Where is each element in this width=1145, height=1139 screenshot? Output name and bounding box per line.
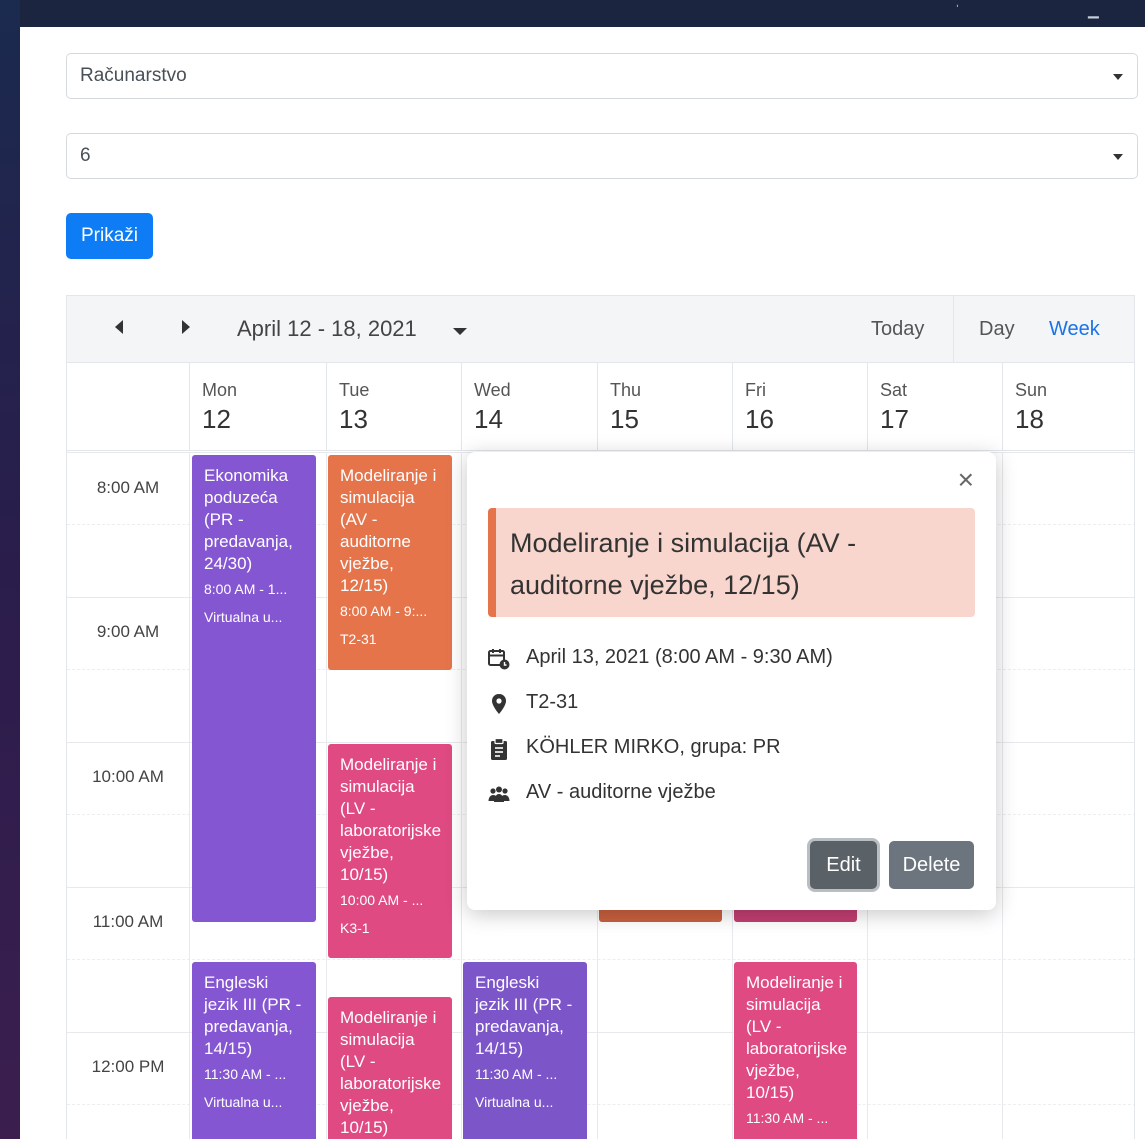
day-header-wed[interactable]: Wed 14 (461, 363, 597, 451)
event-card[interactable]: Engleski jezik III (PR - predavanja, 14/… (192, 962, 316, 1139)
department-select-value: Računarstvo (80, 65, 187, 86)
prev-week-icon[interactable] (115, 320, 123, 334)
left-sidebar-edge (0, 0, 20, 1139)
event-title: Ekonomika poduzeća (PR - predavanja, 24/… (204, 466, 293, 573)
day-name: Sun (1015, 380, 1048, 400)
time-label: 11:00 AM (92, 912, 164, 931)
department-select[interactable]: Računarstvo (66, 53, 1138, 99)
day-column-line (189, 452, 190, 1139)
event-title: Engleski jezik III (PR - predavanja, 14/… (204, 973, 302, 1058)
toolbar-divider (953, 296, 954, 363)
day-date: 18 (1015, 404, 1044, 434)
event-time: 11:30 AM - ... (204, 1066, 287, 1082)
event-card[interactable]: Modeliranje i simulacija (LV - laborator… (328, 744, 452, 958)
day-header-sat[interactable]: Sat 17 (867, 363, 1002, 451)
event-time: 10:00 AM - ... (340, 892, 424, 908)
calendar-clock-icon (488, 649, 510, 670)
event-card-selected[interactable]: Modeliranje i simulacija (AV - auditorne… (328, 455, 452, 670)
users-icon (488, 786, 510, 802)
day-name: Mon (202, 380, 238, 400)
day-name: Sat (880, 380, 908, 400)
day-name: Tue (339, 380, 370, 400)
day-name: Fri (745, 380, 766, 400)
event-card[interactable]: Engleski jezik III (PR - predavanja, 14/… (463, 962, 587, 1139)
event-title: Modeliranje i simulacija (LV - laborator… (340, 755, 442, 884)
event-location: Virtualna u... (204, 1094, 283, 1110)
clipboard-icon (491, 737, 507, 760)
day-column-line (326, 452, 327, 1139)
event-location: Virtualna u... (475, 1094, 554, 1110)
day-column-line (461, 452, 462, 1139)
topbar-mark-icon: ˈ (955, 2, 960, 18)
event-title: Modeliranje i simulacija (LV - laborator… (746, 973, 848, 1102)
event-details-popup: × Modeliranje i simulacija (AV - auditor… (467, 452, 996, 910)
calendar-toolbar: April 12 - 18, 2021 Today Day Week (67, 296, 1134, 363)
event-location: Virtualna u... (204, 609, 283, 625)
day-name: Thu (610, 380, 642, 400)
day-date: 15 (610, 404, 639, 434)
time-label: 8:00 AM (96, 478, 160, 497)
event-title: Modeliranje i simulacija (AV - auditorne… (340, 466, 437, 595)
semester-select[interactable]: 6 (66, 133, 1138, 179)
day-date: 16 (745, 404, 774, 434)
event-location: K3-1 (340, 920, 370, 936)
day-header-fri[interactable]: Fri 16 (732, 363, 867, 451)
today-button[interactable]: Today (871, 318, 924, 341)
day-header-tue[interactable]: Tue 13 (326, 363, 461, 451)
event-title: Engleski jezik III (PR - predavanja, 14/… (475, 973, 573, 1058)
half-hour-line (67, 959, 1134, 960)
semester-select-value: 6 (80, 145, 91, 166)
day-date: 14 (474, 404, 503, 434)
time-label: 12:00 PM (91, 1057, 165, 1076)
event-time: 11:30 AM - ... (746, 1110, 829, 1126)
day-name: Wed (474, 380, 511, 400)
popup-type: AV - auditorne vježbe (526, 781, 716, 803)
week-view-button[interactable]: Week (1049, 318, 1100, 341)
top-bar: ˈ ▁ (0, 0, 1145, 27)
close-icon[interactable]: × (958, 466, 974, 494)
event-time: 8:00 AM - 1... (204, 581, 288, 597)
event-time: 11:30 AM - ... (475, 1066, 558, 1082)
event-card[interactable]: Modeliranje i simulacija (LV - laborator… (328, 997, 452, 1139)
edit-button[interactable]: Edit (810, 841, 877, 889)
day-view-button[interactable]: Day (979, 318, 1015, 341)
day-header-mon[interactable]: Mon 12 (189, 363, 326, 451)
day-header-thu[interactable]: Thu 15 (597, 363, 732, 451)
chevron-down-icon (1113, 74, 1123, 80)
popup-location: T2-31 (526, 691, 579, 713)
day-header-row: Mon 12 Tue 13 Wed 14 Thu 15 Fri 16 Sat 1… (67, 363, 1134, 451)
show-button[interactable]: Prikaži (66, 213, 153, 259)
day-date: 17 (880, 404, 909, 434)
day-header-sun[interactable]: Sun 18 (1002, 363, 1134, 451)
day-date: 12 (202, 404, 231, 434)
delete-button[interactable]: Delete (889, 841, 974, 889)
event-location: T2-31 (340, 631, 377, 647)
day-date: 13 (339, 404, 368, 434)
day-column-line (1002, 452, 1003, 1139)
event-card[interactable]: Modeliranje i simulacija (LV - laborator… (734, 962, 857, 1139)
map-marker-icon (492, 694, 506, 714)
time-label: 10:00 AM (92, 767, 164, 786)
date-range-label[interactable]: April 12 - 18, 2021 (237, 316, 417, 342)
next-week-icon[interactable] (182, 320, 190, 334)
popup-teacher: KÖHLER MIRKO, grupa: PR (526, 736, 781, 758)
popup-date: April 13, 2021 (8:00 AM - 9:30 AM) (526, 646, 833, 668)
topbar-menu-icon[interactable]: ▁ (1088, 2, 1099, 19)
chevron-down-icon (1113, 154, 1123, 160)
event-time: 8:00 AM - 9:... (340, 603, 428, 619)
event-card[interactable]: Ekonomika poduzeća (PR - predavanja, 24/… (192, 455, 316, 922)
event-title: Modeliranje i simulacija (LV - laborator… (340, 1008, 442, 1137)
range-dropdown-icon[interactable] (453, 328, 467, 335)
popup-title: Modeliranje i simulacija (AV - auditorne… (488, 508, 975, 617)
time-label: 9:00 AM (96, 622, 160, 641)
